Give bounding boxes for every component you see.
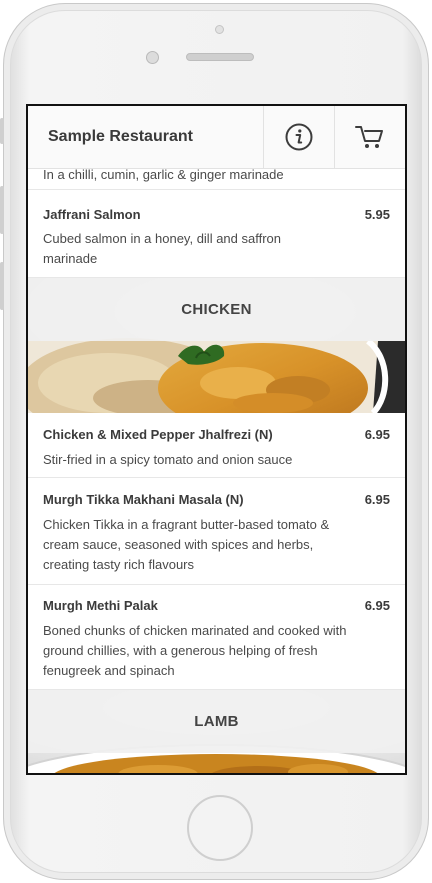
menu-item-tikka-makhani[interactable]: Murgh Tikka Makhani Masala (N) 6.95 Chic… [28,478,405,585]
category-heading: LAMB [28,690,405,753]
restaurant-title: Sample Restaurant [48,128,193,145]
item-name: Murgh Tikka Makhani Masala (N) [43,492,244,507]
info-button[interactable] [263,106,334,169]
item-name: Jaffrani Salmon [43,207,141,222]
item-price: 6.95 [364,492,390,507]
menu-item-methi-palak[interactable]: Murgh Methi Palak 6.95 Boned chunks of c… [28,585,405,690]
mute-switch [0,118,4,144]
home-button[interactable] [187,795,253,861]
item-price: 6.95 [364,427,390,442]
item-description: Stir-fried in a spicy tomato and onion s… [43,452,293,467]
volume-up-button [0,186,4,234]
item-price: 6.95 [364,598,390,613]
menu-item-jhalfrezi[interactable]: Chicken & Mixed Pepper Jhalfrezi (N) 6.9… [28,413,405,478]
app-screen: In a chilli, cumin, garlic & ginger mari… [26,104,407,775]
item-price: 5.95 [364,207,390,222]
cart-button[interactable] [334,106,405,169]
cart-icon [355,126,383,148]
item-name: Murgh Methi Palak [43,598,158,613]
earpiece-speaker [186,53,254,61]
item-name: Chicken & Mixed Pepper Jhalfrezi (N) [43,427,273,442]
front-camera [146,51,159,64]
app-header: Sample Restaurant [28,106,405,169]
category-heading: CHICKEN [28,278,405,341]
info-icon [285,123,313,151]
menu-item-jaffrani-salmon[interactable]: Jaffrani Salmon 5.95 Cubed salmon in a h… [28,190,405,278]
volume-down-button [0,262,4,310]
item-description: Chicken Tikka in a fragrant butter-based… [43,517,330,572]
item-description: Cubed salmon in a honey, dill and saffro… [43,231,282,266]
proximity-sensor [215,25,224,34]
item-description: Boned chunks of chicken marinated and co… [43,623,347,678]
